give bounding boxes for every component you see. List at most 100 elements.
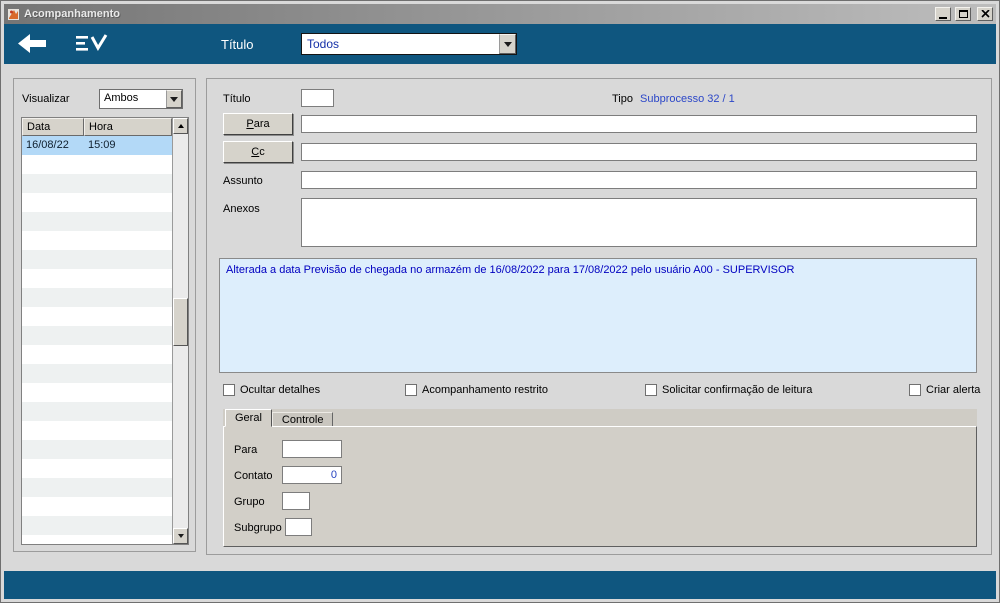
checkbox-acompanhamento-restrito[interactable]: Acompanhamento restrito xyxy=(405,384,548,396)
tab-controle[interactable]: Controle xyxy=(271,412,334,427)
titulo-input[interactable] xyxy=(301,89,334,107)
cell-hora xyxy=(84,459,172,478)
cc-button-rest: c xyxy=(259,146,265,158)
detail-panel: Título Tipo Subprocesso 32 / 1 Para Cc A… xyxy=(206,78,992,555)
checkbox-criar-alerta[interactable]: Criar alerta xyxy=(909,384,980,396)
table-row[interactable] xyxy=(22,155,172,174)
assunto-input[interactable] xyxy=(301,171,977,189)
table-row[interactable] xyxy=(22,231,172,250)
tab-geral[interactable]: Geral xyxy=(225,409,272,427)
cell-data xyxy=(22,193,84,212)
geral-para-input[interactable] xyxy=(282,440,342,458)
cell-data xyxy=(22,345,84,364)
table-row[interactable] xyxy=(22,174,172,193)
titulo-filter-label: Título xyxy=(221,37,254,52)
cell-hora xyxy=(84,326,172,345)
maximize-icon xyxy=(958,10,968,18)
table-row-selected[interactable]: 16/08/22 15:09 xyxy=(22,136,172,155)
titulo-filter-select[interactable]: Todos xyxy=(301,33,517,55)
geral-contato-input[interactable]: 0 xyxy=(282,466,342,484)
checkbox-box[interactable] xyxy=(909,384,921,396)
cell-data xyxy=(22,478,84,497)
table-row[interactable] xyxy=(22,193,172,212)
table-row[interactable] xyxy=(22,440,172,459)
checkbox-ocultar-detalhes[interactable]: Ocultar detalhes xyxy=(223,384,320,396)
view-options-button[interactable] xyxy=(76,34,108,56)
visualizar-label: Visualizar xyxy=(22,93,70,105)
back-arrow-icon xyxy=(18,34,46,53)
close-button[interactable] xyxy=(977,7,993,21)
cell-hora xyxy=(84,402,172,421)
cell-hora xyxy=(84,288,172,307)
para-button-rest: ara xyxy=(253,118,270,130)
checkbox-box[interactable] xyxy=(223,384,235,396)
para-button[interactable]: Para xyxy=(223,113,293,135)
scrollbar-thumb[interactable] xyxy=(173,298,188,346)
cc-input[interactable] xyxy=(301,143,977,161)
cell-hora xyxy=(84,231,172,250)
table-row[interactable] xyxy=(22,497,172,516)
cell-hora xyxy=(84,478,172,497)
chevron-down-icon xyxy=(170,96,178,106)
cell-data xyxy=(22,326,84,345)
cell-data xyxy=(22,250,84,269)
cell-hora xyxy=(84,364,172,383)
para-input[interactable] xyxy=(301,115,977,133)
content-area: Visualizar Ambos Data Hora 16/08/22 15:0… xyxy=(4,64,996,571)
table-row[interactable] xyxy=(22,516,172,535)
cell-hora xyxy=(84,421,172,440)
maximize-button[interactable] xyxy=(955,7,971,21)
table-row[interactable] xyxy=(22,288,172,307)
scroll-up-button[interactable] xyxy=(173,118,188,134)
cell-hora xyxy=(84,174,172,193)
chevron-down-icon xyxy=(503,41,512,51)
table-row[interactable] xyxy=(22,269,172,288)
table-row[interactable] xyxy=(22,402,172,421)
titulo-filter-dropdown-button[interactable] xyxy=(499,34,516,54)
checkbox-label: Criar alerta xyxy=(926,384,981,396)
cell-data xyxy=(22,307,84,326)
geral-grupo-input[interactable] xyxy=(282,492,310,510)
cell-hora xyxy=(84,212,172,231)
window-title: Acompanhamento xyxy=(24,8,120,20)
geral-subgrupo-input[interactable] xyxy=(285,518,312,536)
table-row[interactable] xyxy=(22,459,172,478)
cc-button[interactable]: Cc xyxy=(223,141,293,163)
table-row[interactable] xyxy=(22,535,172,544)
cell-hora xyxy=(84,250,172,269)
cell-hora xyxy=(84,193,172,212)
cell-hora xyxy=(84,440,172,459)
visualizar-dropdown-button[interactable] xyxy=(166,90,182,108)
table-row[interactable] xyxy=(22,212,172,231)
scroll-down-button[interactable] xyxy=(173,528,188,544)
cell-hora xyxy=(84,383,172,402)
back-button[interactable] xyxy=(18,34,46,56)
cell-hora xyxy=(84,535,172,544)
minimize-button[interactable] xyxy=(935,7,951,21)
cell-data xyxy=(22,288,84,307)
minimize-icon xyxy=(939,16,947,19)
cell-data xyxy=(22,459,84,478)
column-header-data[interactable]: Data xyxy=(22,118,84,136)
checkbox-solicitar-confirmacao[interactable]: Solicitar confirmação de leitura xyxy=(645,384,812,396)
cell-data xyxy=(22,421,84,440)
visualizar-select[interactable]: Ambos xyxy=(99,89,183,109)
triangle-up-icon xyxy=(177,121,184,128)
table-row[interactable] xyxy=(22,250,172,269)
tipo-value-link[interactable]: Subprocesso 32 / 1 xyxy=(640,93,735,105)
message-area[interactable]: Alterada a data Previsão de chegada no a… xyxy=(219,258,977,373)
titulo-filter-value: Todos xyxy=(307,37,340,51)
table-row[interactable] xyxy=(22,345,172,364)
checkbox-box[interactable] xyxy=(645,384,657,396)
checkbox-box[interactable] xyxy=(405,384,417,396)
table-row[interactable] xyxy=(22,421,172,440)
table-row[interactable] xyxy=(22,364,172,383)
table-row[interactable] xyxy=(22,383,172,402)
anexos-textarea[interactable] xyxy=(301,198,977,247)
table-scrollbar[interactable] xyxy=(172,118,188,544)
column-header-hora[interactable]: Hora xyxy=(84,118,172,136)
cell-hora xyxy=(84,155,172,174)
table-row[interactable] xyxy=(22,478,172,497)
table-row[interactable] xyxy=(22,326,172,345)
table-row[interactable] xyxy=(22,307,172,326)
